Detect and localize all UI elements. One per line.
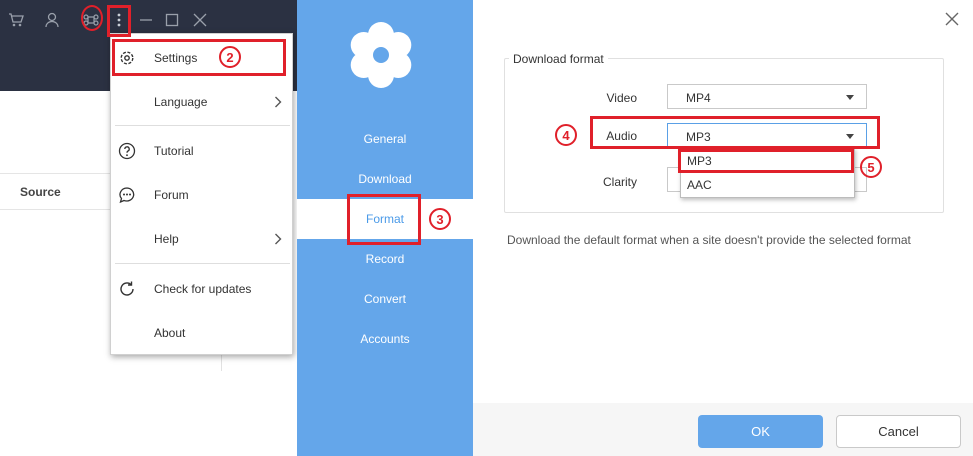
menu-item-language[interactable]: Language [111,82,292,122]
settings-panel: Download format Video MP4 Audio MP3 Clar… [473,0,973,456]
menu-item-help[interactable]: Help [111,219,292,259]
menu-item-label: Tutorial [154,144,194,158]
maximize-icon[interactable] [162,10,182,30]
cart-icon[interactable] [6,10,26,30]
cancel-button[interactable]: Cancel [836,415,961,448]
source-column-header[interactable]: Source [20,185,61,199]
highlight-format-tab [347,194,421,245]
menu-item-label: Language [154,95,208,109]
settings-nav-record[interactable]: Record [297,239,473,279]
menu-item-forum[interactable]: Forum [111,175,292,215]
step-2-marker: 2 [219,46,241,68]
menu-item-label: Help [154,232,179,246]
settings-nav-download[interactable]: Download [297,159,473,199]
step-5-marker: 5 [860,156,882,178]
menu-item-check-updates[interactable]: Check for updates [111,269,292,309]
video-format-select[interactable]: MP4 [667,84,867,109]
step-3-marker: 3 [429,208,451,230]
chevron-right-icon [274,96,284,108]
menu-divider [115,263,290,264]
menu-item-label: About [154,326,186,340]
dropdown-arrow-icon [846,95,854,100]
settings-nav-accounts[interactable]: Accounts [297,319,473,359]
menu-item-tutorial[interactable]: Tutorial [111,131,292,171]
question-icon [118,142,136,160]
audio-option-aac[interactable]: AAC [681,173,854,197]
user-icon[interactable] [42,10,62,30]
menu-item-about[interactable]: About [111,313,292,353]
download-format-title: Download format [509,52,608,66]
video-format-value: MP4 [686,91,711,105]
menu-item-label: Check for updates [154,282,252,296]
format-hint-text: Download the default format when a site … [507,233,911,247]
menu-item-label: Forum [154,188,189,202]
settings-nav-general[interactable]: General [297,119,473,159]
chevron-right-icon [274,233,284,245]
settings-nav-convert[interactable]: Convert [297,279,473,319]
close-window-icon[interactable] [190,10,210,30]
highlight-audio-row [590,116,880,149]
settings-logo-icon [350,22,412,88]
ok-button[interactable]: OK [698,415,823,448]
minimize-icon[interactable] [136,10,156,30]
refresh-icon [118,280,136,298]
main-menu-dropdown: Settings Language Tutorial Forum Help Ch… [110,33,293,355]
highlight-settings [112,39,286,76]
highlight-command-icon [81,5,103,31]
clarity-label: Clarity [602,175,637,189]
highlight-mp3-option [678,149,854,173]
highlight-more-menu [107,5,131,37]
close-icon[interactable] [944,11,960,27]
dialog-footer: OK Cancel [473,403,973,456]
video-label: Video [606,91,637,105]
menu-divider [115,125,290,126]
step-4-marker: 4 [555,124,577,146]
chat-icon [118,186,136,204]
